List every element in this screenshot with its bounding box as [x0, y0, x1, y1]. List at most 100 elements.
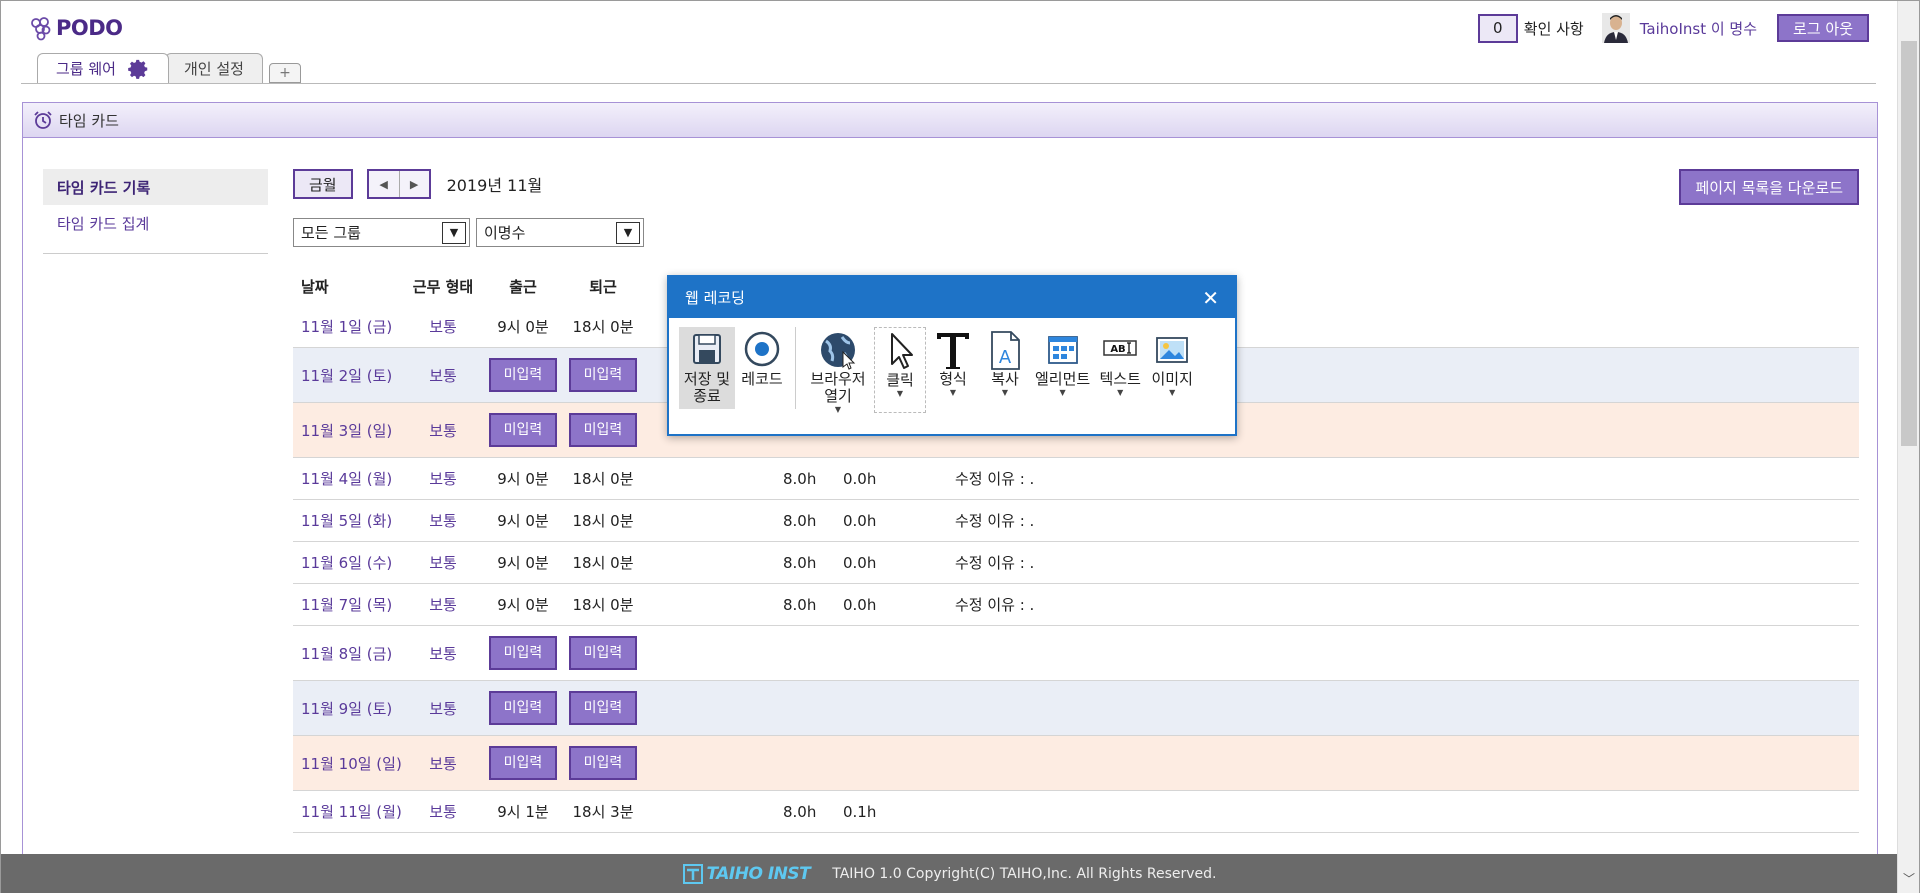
clock-in-cell: 미입력	[483, 691, 563, 725]
user-select[interactable]: 이명수 ▼	[476, 218, 644, 247]
date-link[interactable]: 11월 11일 (월)	[293, 801, 403, 822]
table-row: 11월 11일 (월) 보통 9시 1분 18시 3분 8.0h 0.1h	[293, 791, 1859, 833]
work-type-link[interactable]: 보통	[403, 594, 483, 615]
overtime-hours: 0.0h	[843, 511, 877, 530]
text-field-icon: AB	[1103, 340, 1137, 356]
clock-in-pending-button[interactable]: 미입력	[489, 746, 557, 780]
sidebar-item-timecard-record[interactable]: 타임 카드 기록	[43, 169, 268, 205]
date-link[interactable]: 11월 6일 (수)	[293, 552, 403, 573]
next-month-icon[interactable]: ▶	[398, 171, 429, 197]
work-type-link[interactable]: 보통	[403, 420, 483, 441]
image-button[interactable]: 이미지 ▼	[1147, 327, 1197, 400]
work-type-link[interactable]: 보통	[403, 753, 483, 774]
tab-personal-settings[interactable]: 개인 설정	[164, 53, 263, 83]
clock-in-pending-button[interactable]: 미입력	[489, 413, 557, 447]
download-list-button[interactable]: 페이지 목록을 다운로드	[1679, 169, 1859, 205]
clock-out-time: 18시 0분	[572, 470, 634, 488]
clock-in-time: 9시 0분	[497, 318, 549, 336]
date-link[interactable]: 11월 9일 (토)	[293, 698, 403, 719]
work-type-link[interactable]: 보통	[403, 552, 483, 573]
format-button[interactable]: 형식 ▼	[928, 327, 978, 400]
vertical-scrollbar[interactable]: ﹀	[1897, 1, 1919, 893]
filters: 모든 그룹 ▼ 이명수 ▼	[293, 218, 644, 247]
overtime-hours: 0.0h	[843, 595, 877, 614]
clock-out-pending-button[interactable]: 미입력	[569, 358, 637, 392]
globe-icon	[821, 333, 856, 370]
work-type-link[interactable]: 보통	[403, 643, 483, 664]
scroll-down-icon[interactable]: ﹀	[1898, 868, 1920, 888]
text-format-icon	[937, 333, 969, 369]
text-button[interactable]: AB 텍스트 ▼	[1095, 327, 1145, 400]
this-month-button[interactable]: 금월	[293, 169, 353, 199]
save-and-exit-button[interactable]: 저장 및 종료	[679, 327, 735, 409]
clock-in-pending-button[interactable]: 미입력	[489, 691, 557, 725]
notice-label[interactable]: 확인 사항	[1524, 18, 1584, 39]
podo-logo[interactable]: PODO	[29, 15, 123, 41]
clock-in-time: 9시 0분	[497, 470, 549, 488]
clock-in-cell: 미입력	[483, 636, 563, 670]
work-type-link[interactable]: 보통	[403, 365, 483, 386]
gear-icon[interactable]	[128, 58, 150, 80]
work-type-link[interactable]: 보통	[403, 698, 483, 719]
date-link[interactable]: 11월 8일 (금)	[293, 643, 403, 664]
clock-out-time: 18시 0분	[572, 318, 634, 336]
clock-in-pending-button[interactable]: 미입력	[489, 636, 557, 670]
click-button[interactable]: 클릭 ▼	[874, 327, 926, 413]
close-icon[interactable]: ✕	[1202, 288, 1219, 308]
copyright-text: TAIHO 1.0 Copyright(C) TAIHO,Inc. All Ri…	[832, 866, 1217, 882]
logout-button[interactable]: 로그 아웃	[1777, 14, 1869, 42]
tab-groupware[interactable]: 그룹 웨어	[37, 53, 169, 83]
notice-count-badge[interactable]: 0	[1477, 13, 1518, 43]
clock-out-time: 18시 0분	[572, 554, 634, 572]
clock-out-pending-button[interactable]: 미입력	[569, 636, 637, 670]
date-link[interactable]: 11월 7일 (목)	[293, 594, 403, 615]
clock-out-pending-button[interactable]: 미입력	[569, 746, 637, 780]
user-name-link[interactable]: TaihoInst 이 명수	[1640, 18, 1757, 39]
tabs-divider	[21, 83, 1876, 84]
clock-out-time: 18시 0분	[572, 512, 634, 530]
prev-month-icon[interactable]: ◀	[368, 171, 399, 197]
clock-out-time: 18시 3분	[572, 803, 634, 821]
copy-document-icon: A	[991, 331, 1020, 370]
work-type-link[interactable]: 보통	[403, 510, 483, 531]
record-button[interactable]: 레코드	[737, 327, 787, 390]
scrollbar-thumb[interactable]	[1901, 41, 1917, 446]
date-link[interactable]: 11월 10일 (일)	[293, 753, 403, 774]
timecard-panel: 타임 카드 타임 카드 기록 타임 카드 집계 금월 ◀ ▶ 2019년 11월…	[22, 102, 1878, 862]
date-link[interactable]: 11월 5일 (화)	[293, 510, 403, 531]
edit-reason: 수정 이유 : .	[955, 596, 1035, 614]
grape-icon	[31, 17, 51, 41]
date-link[interactable]: 11월 3일 (일)	[293, 420, 403, 441]
col-work-type: 근무 형태	[412, 277, 474, 296]
tool-label: 이미지	[1151, 370, 1193, 388]
date-link[interactable]: 11월 4일 (월)	[293, 468, 403, 489]
chevron-down-icon: ▼	[616, 221, 640, 244]
chevron-down-icon: ▼	[1059, 388, 1066, 397]
clock-in-pending-button[interactable]: 미입력	[489, 358, 557, 392]
element-button[interactable]: 엘리먼트 ▼	[1032, 327, 1093, 400]
clock-in-time: 9시 1분	[497, 803, 549, 821]
work-type-link[interactable]: 보통	[403, 801, 483, 822]
date-link[interactable]: 11월 2일 (토)	[293, 365, 403, 386]
copy-button[interactable]: A 복사 ▼	[980, 327, 1030, 400]
work-type-link[interactable]: 보통	[403, 316, 483, 337]
work-hours: 8.0h	[783, 553, 817, 572]
open-browser-button[interactable]: 브라우저 열기 ▼	[804, 327, 872, 417]
add-tab-button[interactable]: +	[268, 63, 301, 83]
taiho-logo-icon	[682, 864, 703, 884]
element-grid-icon	[1047, 336, 1078, 364]
table-row: 11월 4일 (월) 보통 9시 0분 18시 0분 8.0h 0.0h 수정 이유 : .	[293, 458, 1859, 500]
work-type-link[interactable]: 보통	[403, 468, 483, 489]
sidebar-item-timecard-summary[interactable]: 타임 카드 집계	[43, 205, 268, 241]
clock-out-pending-button[interactable]: 미입력	[569, 691, 637, 725]
group-select[interactable]: 모든 그룹 ▼	[293, 218, 470, 247]
sidebar: 타임 카드 기록 타임 카드 집계	[43, 169, 268, 254]
date-link[interactable]: 11월 1일 (금)	[293, 316, 403, 337]
clock-in-cell: 미입력	[483, 358, 563, 392]
table-row: 11월 7일 (목) 보통 9시 0분 18시 0분 8.0h 0.0h 수정 이유 : .	[293, 584, 1859, 626]
toolbar-separator	[795, 327, 796, 409]
work-hours: 8.0h	[783, 511, 817, 530]
pointer-icon	[891, 333, 913, 369]
work-hours: 8.0h	[783, 802, 817, 821]
clock-out-pending-button[interactable]: 미입력	[569, 413, 637, 447]
